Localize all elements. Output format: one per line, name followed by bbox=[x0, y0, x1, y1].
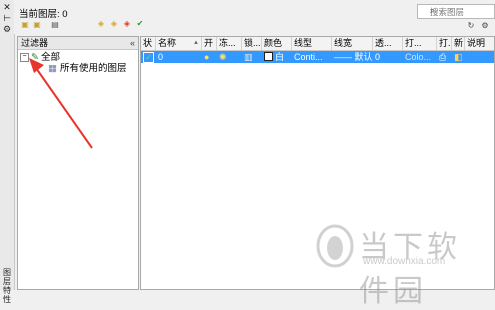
arrow-head bbox=[29, 58, 44, 73]
annotation-arrow bbox=[29, 58, 93, 149]
arrow-shaft bbox=[35, 67, 93, 149]
